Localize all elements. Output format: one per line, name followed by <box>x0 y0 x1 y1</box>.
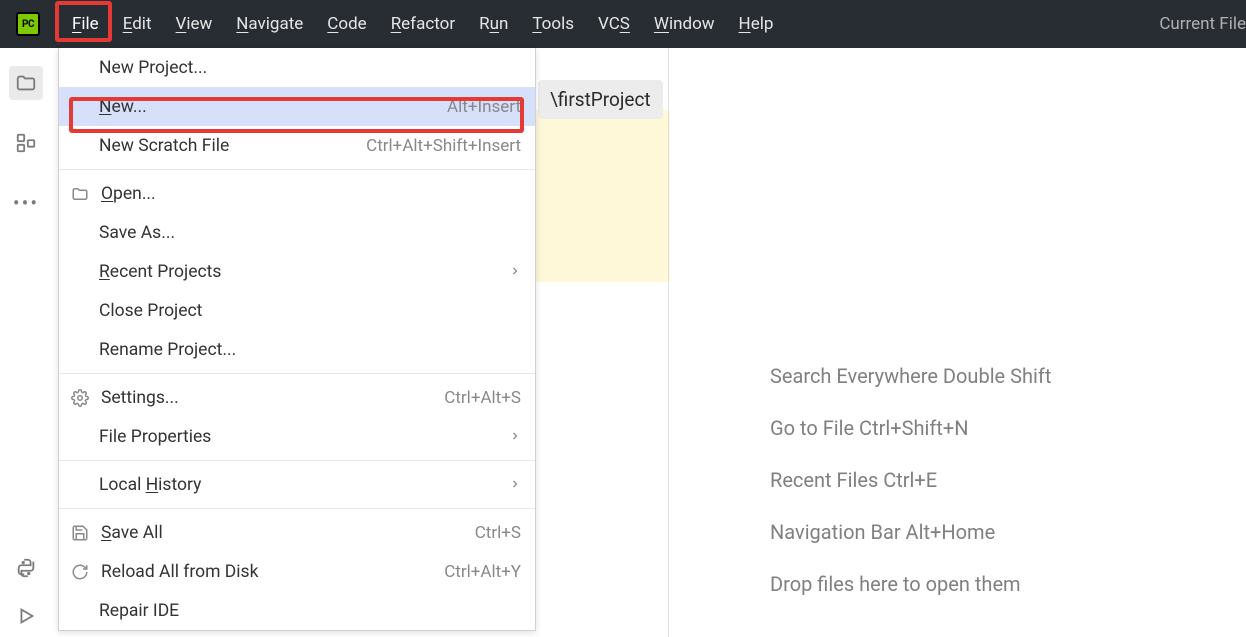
mn: F <box>72 14 81 34</box>
menu-recent-projects[interactable]: Recent Projects <box>59 252 535 291</box>
menu-open[interactable]: Open... <box>59 174 535 213</box>
file-menu-dropdown: New Project... New... Alt+Insert New Scr… <box>58 48 536 631</box>
mn: V <box>176 14 187 34</box>
menu-label: Close Project <box>99 301 521 321</box>
menu-rename-project[interactable]: Rename Project... <box>59 330 535 369</box>
folder-icon <box>15 72 37 94</box>
python-console-button[interactable] <box>9 551 43 585</box>
pycharm-logo: PC <box>16 12 40 36</box>
path-chip[interactable]: \firstProject <box>538 80 663 119</box>
mn: C <box>327 14 338 34</box>
hint-gotofile: Go to File Ctrl+Shift+N <box>770 402 1051 454</box>
toolstrip: ••• <box>0 48 52 637</box>
menu-view[interactable]: View <box>164 8 225 40</box>
mn: u <box>490 14 499 34</box>
menu-file-properties[interactable]: File Properties <box>59 417 535 456</box>
menu-label: Repair IDE <box>99 601 521 621</box>
menu-label: Rename Project... <box>99 340 521 360</box>
mn: E <box>123 14 133 34</box>
menu-label: Save As... <box>99 223 521 243</box>
save-icon <box>71 524 93 542</box>
menu-label: Save All <box>101 523 475 543</box>
menu-new-project[interactable]: New Project... <box>59 48 535 87</box>
menu-local-history[interactable]: Local History <box>59 465 535 504</box>
menu-separator <box>59 460 535 461</box>
menu-separator <box>59 169 535 170</box>
menu-label: Open... <box>101 184 521 204</box>
menu-label: Reload All from Disk <box>101 562 444 582</box>
structure-icon <box>15 132 37 154</box>
menu-help[interactable]: Help <box>727 8 786 40</box>
mn: N <box>236 14 248 34</box>
folder-icon <box>71 185 93 203</box>
menu-separator <box>59 373 535 374</box>
mn: W <box>654 14 669 34</box>
menu-vcs[interactable]: VCS <box>586 8 642 40</box>
play-icon <box>15 605 37 627</box>
editor-gutter-highlight <box>536 110 670 282</box>
menu-navigate[interactable]: Navigate <box>224 8 315 40</box>
menubar-items: File Edit View Navigate Code Refactor Ru… <box>60 8 785 40</box>
menu-file[interactable]: File <box>60 8 111 40</box>
menu-settings[interactable]: Settings... Ctrl+Alt+S <box>59 378 535 417</box>
menu-shortcut: Ctrl+Alt+Y <box>444 562 521 582</box>
hint-dropfiles: Drop files here to open them <box>770 558 1051 610</box>
chevron-right-icon <box>509 427 521 447</box>
menu-repair-ide[interactable]: Repair IDE <box>59 591 535 630</box>
menu-shortcut: Ctrl+Alt+S <box>444 388 521 408</box>
mn: T <box>532 14 541 34</box>
python-icon <box>15 557 37 579</box>
hint-navbar: Navigation Bar Alt+Home <box>770 506 1051 558</box>
menu-run[interactable]: Run <box>467 8 520 40</box>
menu-new-scratch[interactable]: New Scratch File Ctrl+Alt+Shift+Insert <box>59 126 535 165</box>
menu-window[interactable]: Window <box>642 8 727 40</box>
menu-close-project[interactable]: Close Project <box>59 291 535 330</box>
menu-label: Recent Projects <box>99 262 509 282</box>
chevron-right-icon <box>509 475 521 495</box>
menu-label: File Properties <box>99 427 509 447</box>
structure-tool-button[interactable] <box>9 126 43 160</box>
menu-label: Local History <box>99 475 509 495</box>
hint-recent: Recent Files Ctrl+E <box>770 454 1051 506</box>
menu-separator <box>59 508 535 509</box>
menu-label: New Scratch File <box>99 136 366 156</box>
ellipsis-icon: ••• <box>13 191 39 215</box>
menu-edit[interactable]: Edit <box>111 8 164 40</box>
menu-save-all[interactable]: Save All Ctrl+S <box>59 513 535 552</box>
reload-icon <box>71 563 93 581</box>
menu-code[interactable]: Code <box>315 8 378 40</box>
run-tool-button[interactable] <box>9 599 43 633</box>
more-tool-button[interactable]: ••• <box>9 186 43 220</box>
menu-label: New Project... <box>99 58 521 78</box>
menu-label: New... <box>99 97 447 117</box>
hint-search: Search Everywhere Double Shift <box>770 350 1051 402</box>
project-tool-button[interactable] <box>9 66 43 100</box>
menu-save-as[interactable]: Save As... <box>59 213 535 252</box>
mn: R <box>391 14 401 34</box>
status-right: Current File <box>1159 14 1246 34</box>
menu-refactor[interactable]: Refactor <box>379 8 467 40</box>
menu-new[interactable]: New... Alt+Insert <box>59 87 535 126</box>
menu-shortcut: Ctrl+Alt+Shift+Insert <box>366 136 521 156</box>
menu-label: Settings... <box>101 388 444 408</box>
menubar: PC File Edit View Navigate Code Refactor… <box>0 0 1246 48</box>
menu-reload-from-disk[interactable]: Reload All from Disk Ctrl+Alt+Y <box>59 552 535 591</box>
mn: S <box>620 14 630 34</box>
mn: H <box>739 14 751 34</box>
welcome-hints: Search Everywhere Double Shift Go to Fil… <box>770 350 1051 610</box>
menu-shortcut: Alt+Insert <box>447 97 521 117</box>
menu-tools[interactable]: Tools <box>520 8 586 40</box>
menu-shortcut: Ctrl+S <box>475 523 521 543</box>
toolstrip-lower <box>9 551 43 637</box>
gear-icon <box>71 389 93 407</box>
editor-divider <box>668 48 669 637</box>
chevron-right-icon <box>509 262 521 282</box>
